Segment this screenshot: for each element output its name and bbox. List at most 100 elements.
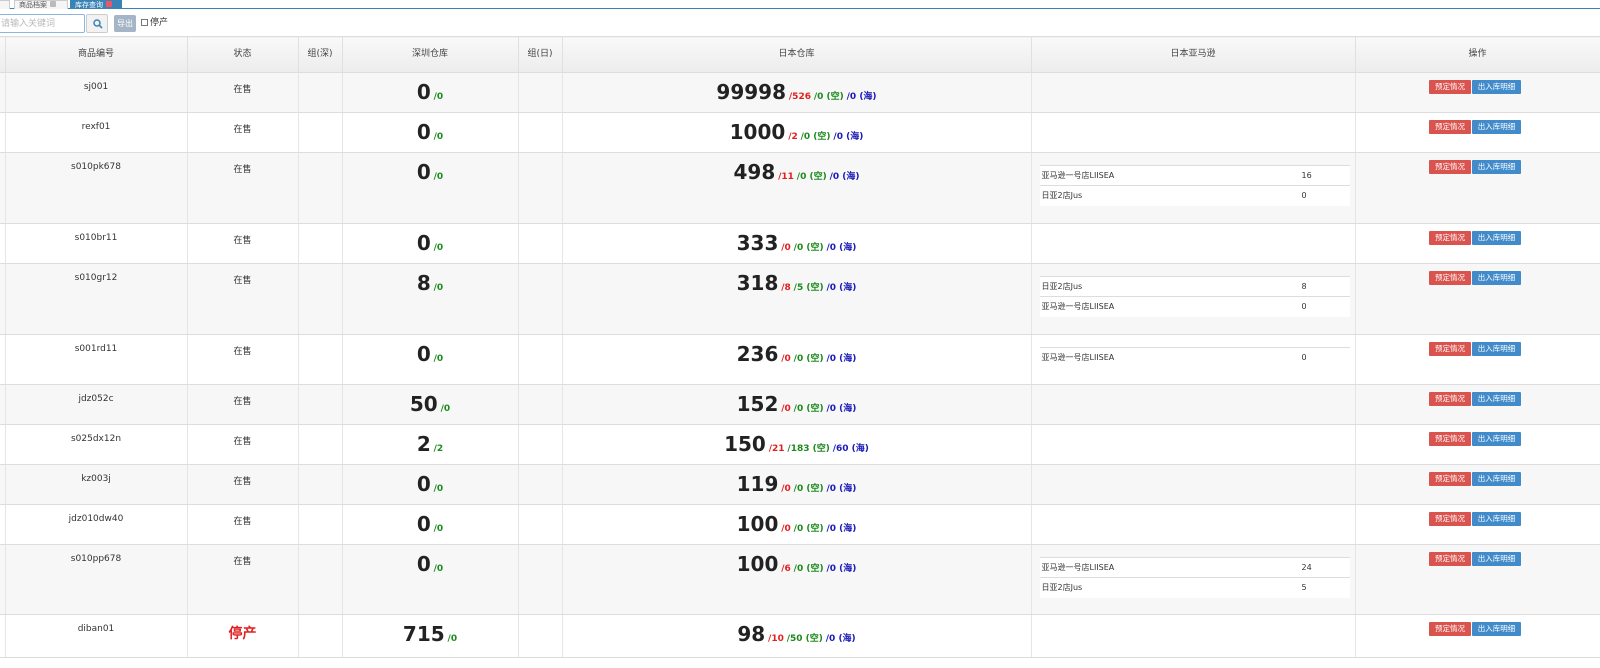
io-detail-button[interactable]: 出入库明细 bbox=[1472, 512, 1521, 526]
io-detail-button[interactable]: 出入库明细 bbox=[1472, 271, 1521, 285]
ops-cell: 预定情况 出入库明细 bbox=[1355, 504, 1600, 545]
table-row: s010pk678 在售 0 /0 498 /11 /0 (空) /0 (海) 亚马逊一… bbox=[0, 152, 1600, 224]
jp-reserved: /6 bbox=[781, 564, 791, 574]
jp-amazon-cell bbox=[1031, 464, 1356, 505]
reserve-status-button[interactable]: 预定情况 bbox=[1429, 432, 1471, 446]
jp-air-transit: /0 (空) bbox=[793, 404, 824, 414]
sz-warehouse-cell: 2 /2 bbox=[342, 424, 519, 465]
group-sz-cell bbox=[298, 544, 343, 615]
reserve-status-button[interactable]: 预定情况 bbox=[1429, 120, 1471, 134]
sz-in-transit: /0 bbox=[433, 564, 444, 574]
jp-air-transit: /0 (空) bbox=[793, 564, 824, 574]
product-code: s010br11 bbox=[5, 223, 188, 264]
reserve-status-button[interactable]: 预定情况 bbox=[1429, 80, 1471, 94]
amazon-shop-name: 日亚2店Jus bbox=[1039, 577, 1300, 598]
table-row: diban01 停产 715 /0 98 /10 /50 (空) /0 (海) 预定情况… bbox=[0, 614, 1600, 658]
jp-amazon-cell: 日亚2店Jus 8 亚马逊一号店LIISEA 0 bbox=[1031, 263, 1356, 335]
group-jp-cell bbox=[518, 223, 563, 264]
reserve-status-button[interactable]: 预定情况 bbox=[1429, 342, 1471, 356]
product-code: rexf01 bbox=[5, 112, 188, 153]
tab-home[interactable]: 页 bbox=[0, 0, 10, 9]
group-sz-cell bbox=[298, 334, 343, 385]
amazon-shop-row: 亚马逊一号店LIISEA 0 bbox=[1039, 296, 1350, 317]
reserve-status-button[interactable]: 预定情况 bbox=[1429, 392, 1471, 406]
io-detail-button[interactable]: 出入库明细 bbox=[1472, 160, 1521, 174]
reserve-status-button[interactable]: 预定情况 bbox=[1429, 622, 1471, 636]
jp-reserved: /11 bbox=[778, 172, 794, 182]
reserve-status-button[interactable]: 预定情况 bbox=[1429, 512, 1471, 526]
tab-label: 商品档案 bbox=[19, 1, 47, 9]
ops-cell: 预定情况 出入库明细 bbox=[1355, 464, 1600, 505]
ops-cell: 预定情况 出入库明细 bbox=[1355, 424, 1600, 465]
sz-warehouse-cell: 0 /0 bbox=[342, 223, 519, 264]
io-detail-button[interactable]: 出入库明细 bbox=[1472, 120, 1521, 134]
table-row: rexf01 在售 0 /0 1000 /2 /0 (空) /0 (海) 预定情况 出入库… bbox=[0, 112, 1600, 153]
jp-stock: 236 bbox=[736, 342, 779, 366]
stopped-filter-checkbox[interactable]: 停产 bbox=[141, 15, 168, 28]
col-code: 商品编号 bbox=[5, 36, 188, 73]
sz-in-transit: /0 bbox=[433, 132, 444, 142]
jp-stock: 1000 bbox=[729, 120, 786, 144]
sz-in-transit: /0 bbox=[433, 354, 444, 364]
search-input[interactable] bbox=[0, 14, 85, 33]
jp-reserved: /526 bbox=[788, 92, 811, 102]
table-row: s010pp678 在售 0 /0 100 /6 /0 (空) /0 (海) 亚马逊一号… bbox=[0, 544, 1600, 615]
jp-air-transit: /0 (空) bbox=[793, 243, 824, 253]
tab-product-archive[interactable]: 商品档案 bbox=[14, 0, 68, 9]
sz-in-transit: /0 bbox=[433, 172, 444, 182]
jp-stock: 152 bbox=[736, 392, 779, 416]
amazon-shop-table: 亚马逊一号店LIISEA 24 日亚2店Jus 5 bbox=[1039, 557, 1350, 598]
sz-stock: 0 bbox=[416, 342, 431, 366]
io-detail-button[interactable]: 出入库明细 bbox=[1472, 342, 1521, 356]
jp-amazon-cell: 亚马逊一号店LIISEA 24 日亚2店Jus 5 bbox=[1031, 544, 1356, 615]
amazon-shop-qty: 8 bbox=[1299, 276, 1350, 297]
ops-cell: 预定情况 出入库明细 bbox=[1355, 263, 1600, 335]
col-sz-warehouse: 深圳仓库 bbox=[342, 36, 519, 73]
reserve-status-button[interactable]: 预定情况 bbox=[1429, 231, 1471, 245]
amazon-shop-row: 亚马逊一号店LIISEA 16 bbox=[1039, 165, 1350, 186]
close-icon[interactable] bbox=[106, 1, 112, 7]
sz-warehouse-cell: 0 /0 bbox=[342, 504, 519, 545]
amazon-shop-qty: 0 bbox=[1299, 296, 1350, 317]
jp-air-transit: /0 (空) bbox=[793, 354, 824, 364]
jp-reserved: /0 bbox=[781, 404, 791, 414]
checkbox-box[interactable] bbox=[141, 19, 148, 26]
amazon-shop-qty: 24 bbox=[1299, 557, 1350, 578]
io-detail-button[interactable]: 出入库明细 bbox=[1472, 231, 1521, 245]
group-jp-cell bbox=[518, 504, 563, 545]
reserve-status-button[interactable]: 预定情况 bbox=[1429, 472, 1471, 486]
amazon-shop-table: 亚马逊一号店LIISEA 0 bbox=[1039, 347, 1350, 368]
col-group-sz: 组(深) bbox=[298, 36, 343, 73]
ops-cell: 预定情况 出入库明细 bbox=[1355, 544, 1600, 615]
product-code: sj001 bbox=[5, 72, 188, 113]
amazon-shop-table: 亚马逊一号店LIISEA 16 日亚2店Jus 0 bbox=[1039, 165, 1350, 206]
jp-amazon-cell bbox=[1031, 72, 1356, 113]
tab-inventory-query[interactable]: 库存查询 bbox=[70, 0, 122, 9]
amazon-shop-row: 日亚2店Jus 5 bbox=[1039, 577, 1350, 598]
io-detail-button[interactable]: 出入库明细 bbox=[1472, 552, 1521, 566]
search-button[interactable] bbox=[86, 14, 108, 33]
jp-amazon-cell bbox=[1031, 223, 1356, 264]
jp-stock: 150 bbox=[724, 432, 766, 456]
io-detail-button[interactable]: 出入库明细 bbox=[1472, 80, 1521, 94]
table-row: kz003j 在售 0 /0 119 /0 /0 (空) /0 (海) 预定情况 出入库明… bbox=[0, 464, 1600, 505]
jp-amazon-cell bbox=[1031, 384, 1356, 425]
reserve-status-button[interactable]: 预定情况 bbox=[1429, 552, 1471, 566]
jp-stock: 333 bbox=[736, 231, 779, 255]
reserve-status-button[interactable]: 预定情况 bbox=[1429, 271, 1471, 285]
amazon-shop-name: 亚马逊一号店LIISEA bbox=[1039, 296, 1300, 317]
io-detail-button[interactable]: 出入库明细 bbox=[1472, 622, 1521, 636]
sz-stock: 0 bbox=[416, 472, 431, 496]
io-detail-button[interactable]: 出入库明细 bbox=[1472, 392, 1521, 406]
io-detail-button[interactable]: 出入库明细 bbox=[1472, 432, 1521, 446]
reserve-status-button[interactable]: 预定情况 bbox=[1429, 160, 1471, 174]
group-sz-cell bbox=[298, 384, 343, 425]
export-button[interactable]: 导出 bbox=[114, 15, 136, 32]
io-detail-button[interactable]: 出入库明细 bbox=[1472, 472, 1521, 486]
close-icon[interactable] bbox=[50, 1, 56, 7]
table-row: s010gr12 在售 8 /0 318 /8 /5 (空) /0 (海) 日亚2店Ju… bbox=[0, 263, 1600, 335]
col-group-jp: 组(日) bbox=[518, 36, 563, 73]
jp-stock: 99998 bbox=[716, 80, 787, 104]
product-code: s010gr12 bbox=[5, 263, 188, 335]
group-sz-cell bbox=[298, 112, 343, 153]
